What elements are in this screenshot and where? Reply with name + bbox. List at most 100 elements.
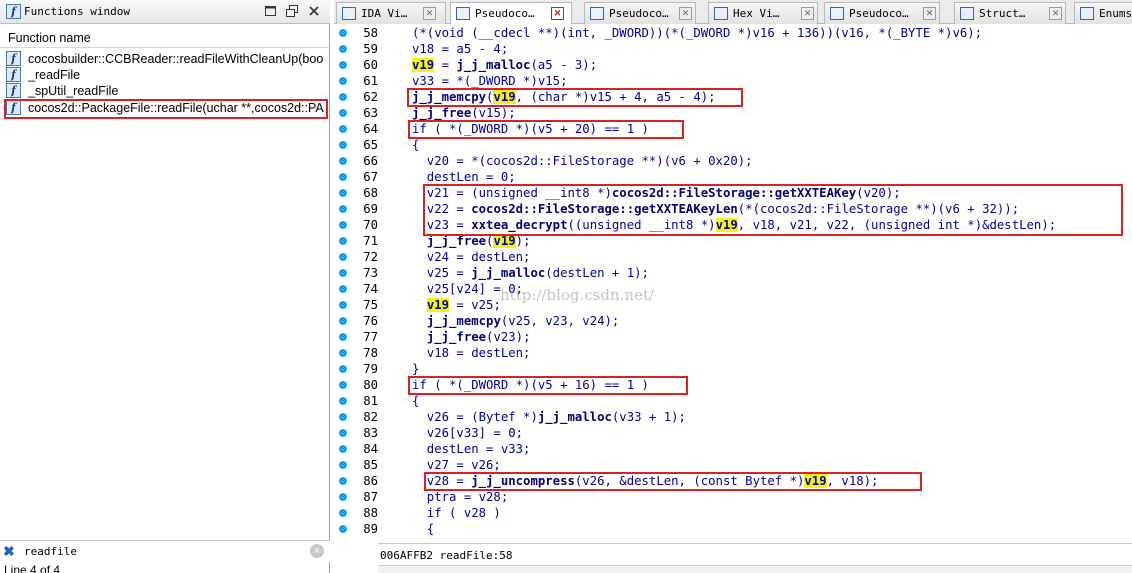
tab-pseudocode[interactable]: Pseudoco… ✕ bbox=[824, 2, 940, 24]
code-line[interactable]: 58 (*(void (__cdecl **)(int, _DWORD))(*(_… bbox=[334, 25, 1132, 41]
code-text: v18 = destLen; bbox=[412, 346, 531, 360]
code-line[interactable]: 70 v23 = xxtea_decrypt((unsigned __int8 … bbox=[334, 217, 1132, 233]
breakpoint-marker-icon[interactable] bbox=[339, 413, 347, 421]
breakpoint-marker-icon[interactable] bbox=[339, 525, 347, 533]
horizontal-scrollbar[interactable] bbox=[378, 565, 1132, 573]
code-line[interactable]: 68 v21 = (unsigned __int8 *)cocos2d::Fil… bbox=[334, 185, 1132, 201]
function-list-item[interactable]: f _spUtil_readFile bbox=[4, 83, 328, 99]
close-icon[interactable] bbox=[307, 4, 321, 18]
breakpoint-marker-icon[interactable] bbox=[339, 477, 347, 485]
breakpoint-marker-icon[interactable] bbox=[339, 253, 347, 261]
line-number: 76 bbox=[363, 314, 378, 328]
close-tab-icon[interactable]: ✕ bbox=[679, 7, 692, 20]
code-text: ptra = v28; bbox=[412, 490, 509, 504]
code-line[interactable]: 72 v24 = destLen; bbox=[334, 249, 1132, 265]
breakpoint-marker-icon[interactable] bbox=[339, 461, 347, 469]
breakpoint-marker-icon[interactable] bbox=[339, 61, 347, 69]
close-tab-icon[interactable]: ✕ bbox=[1049, 7, 1062, 20]
breakpoint-marker-icon[interactable] bbox=[339, 285, 347, 293]
breakpoint-marker-icon[interactable] bbox=[339, 333, 347, 341]
float-window-icon[interactable] bbox=[285, 4, 299, 18]
breakpoint-marker-icon[interactable] bbox=[339, 141, 347, 149]
code-line[interactable]: 87 ptra = v28; bbox=[334, 489, 1132, 505]
code-line[interactable]: 59 v18 = a5 - 4; bbox=[334, 41, 1132, 57]
code-line[interactable]: 83 v26[v33] = 0; bbox=[334, 425, 1132, 441]
code-line[interactable]: 77 j_j_free(v23); bbox=[334, 329, 1132, 345]
line-number: 65 bbox=[363, 138, 378, 152]
code-line[interactable]: 61 v33 = *(_DWORD *)v15; bbox=[334, 73, 1132, 89]
breakpoint-marker-icon[interactable] bbox=[339, 173, 347, 181]
breakpoint-marker-icon[interactable] bbox=[339, 29, 347, 37]
code-line[interactable]: 74 v25[v24] = 0; bbox=[334, 281, 1132, 297]
breakpoint-marker-icon[interactable] bbox=[339, 109, 347, 117]
tab-ida-view[interactable]: IDA Vi… ✕ bbox=[336, 2, 446, 24]
function-search-input[interactable] bbox=[24, 543, 304, 560]
breakpoint-marker-icon[interactable] bbox=[339, 301, 347, 309]
line-number: 85 bbox=[363, 458, 378, 472]
tab-structures[interactable]: Struct… ✕ bbox=[954, 2, 1066, 24]
breakpoint-marker-icon[interactable] bbox=[339, 93, 347, 101]
code-line[interactable]: 64 if ( *(_DWORD *)(v5 + 20) == 1 ) bbox=[334, 121, 1132, 137]
code-line[interactable]: 66 v20 = *(cocos2d::FileStorage **)(v6 +… bbox=[334, 153, 1132, 169]
tab-pseudocode[interactable]: Pseudoco… ✕ bbox=[584, 2, 696, 24]
code-line[interactable]: 89 { bbox=[334, 521, 1132, 537]
code-line[interactable]: 86 v28 = j_j_uncompress(v26, &destLen, (… bbox=[334, 473, 1132, 489]
breakpoint-marker-icon[interactable] bbox=[339, 269, 347, 277]
tab-pseudocode-active[interactable]: Pseudoco… ✕ bbox=[450, 2, 572, 25]
function-list-item[interactable]: f cocosbuilder::CCBReader::readFileWithC… bbox=[4, 51, 328, 67]
code-line[interactable]: 82 v26 = (Bytef *)j_j_malloc(v33 + 1); bbox=[334, 409, 1132, 425]
function-name-column-header[interactable]: Function name bbox=[0, 28, 330, 48]
code-line[interactable]: 85 v27 = v26; bbox=[334, 457, 1132, 473]
breakpoint-marker-icon[interactable] bbox=[339, 45, 347, 53]
close-tab-icon[interactable]: ✕ bbox=[423, 7, 436, 20]
code-line[interactable]: 60 v19 = j_j_malloc(a5 - 3); bbox=[334, 57, 1132, 73]
breakpoint-marker-icon[interactable] bbox=[339, 237, 347, 245]
close-tab-icon[interactable]: ✕ bbox=[551, 7, 564, 20]
code-line[interactable]: 63 j_j_free(v15); bbox=[334, 105, 1132, 121]
breakpoint-marker-icon[interactable] bbox=[339, 493, 347, 501]
close-tab-icon[interactable]: ✕ bbox=[923, 7, 936, 20]
breakpoint-marker-icon[interactable] bbox=[339, 381, 347, 389]
code-line[interactable]: 65 { bbox=[334, 137, 1132, 153]
breakpoint-marker-icon[interactable] bbox=[339, 365, 347, 373]
clear-search-icon[interactable]: × bbox=[310, 544, 324, 558]
breakpoint-marker-icon[interactable] bbox=[339, 189, 347, 197]
function-list-item-selected[interactable]: f cocos2d::PackageFile::readFile(uchar *… bbox=[4, 99, 328, 119]
code-line[interactable]: 76 j_j_memcpy(v25, v23, v24); bbox=[334, 313, 1132, 329]
breakpoint-marker-icon[interactable] bbox=[339, 349, 347, 357]
code-line[interactable]: 71 j_j_free(v19); bbox=[334, 233, 1132, 249]
close-search-icon[interactable]: ✖ bbox=[3, 544, 15, 558]
code-line[interactable]: 79} bbox=[334, 361, 1132, 377]
function-icon: f bbox=[6, 51, 21, 66]
pseudocode-icon bbox=[456, 7, 470, 20]
code-line[interactable]: 62 j_j_memcpy(v19, (char *)v15 + 4, a5 - … bbox=[334, 89, 1132, 105]
code-line[interactable]: 81 { bbox=[334, 393, 1132, 409]
tab-hex-view[interactable]: Hex Vi… ✕ bbox=[708, 2, 818, 24]
pseudocode-view[interactable]: 58 (*(void (__cdecl **)(int, _DWORD))(*(_… bbox=[334, 24, 1132, 543]
code-line[interactable]: 84 destLen = v33; bbox=[334, 441, 1132, 457]
breakpoint-marker-icon[interactable] bbox=[339, 429, 347, 437]
breakpoint-marker-icon[interactable] bbox=[339, 509, 347, 517]
code-line[interactable]: 69 v22 = cocos2d::FileStorage::getXXTEAK… bbox=[334, 201, 1132, 217]
function-icon: f bbox=[6, 101, 21, 115]
code-line[interactable]: 73 v25 = j_j_malloc(destLen + 1); bbox=[334, 265, 1132, 281]
breakpoint-marker-icon[interactable] bbox=[339, 221, 347, 229]
close-tab-icon[interactable]: ✕ bbox=[801, 7, 814, 20]
breakpoint-marker-icon[interactable] bbox=[339, 317, 347, 325]
tab-enums[interactable]: Enums bbox=[1074, 2, 1132, 24]
code-line[interactable]: 80 if ( *(_DWORD *)(v5 + 16) == 1 ) bbox=[334, 377, 1132, 393]
code-line[interactable]: 88 if ( v28 ) bbox=[334, 505, 1132, 521]
minimize-window-icon[interactable] bbox=[264, 4, 278, 18]
code-line[interactable]: 67 destLen = 0; bbox=[334, 169, 1132, 185]
code-line[interactable]: 75 v19 = v25; bbox=[334, 297, 1132, 313]
breakpoint-marker-icon[interactable] bbox=[339, 77, 347, 85]
breakpoint-marker-icon[interactable] bbox=[339, 157, 347, 165]
breakpoint-marker-icon[interactable] bbox=[339, 397, 347, 405]
function-list-item[interactable]: f _readFile bbox=[4, 67, 328, 83]
code-text: v33 = *(_DWORD *)v15; bbox=[412, 74, 568, 88]
code-line[interactable]: 78 v18 = destLen; bbox=[334, 345, 1132, 361]
breakpoint-marker-icon[interactable] bbox=[339, 445, 347, 453]
code-text: v24 = destLen; bbox=[412, 250, 531, 264]
breakpoint-marker-icon[interactable] bbox=[339, 125, 347, 133]
breakpoint-marker-icon[interactable] bbox=[339, 205, 347, 213]
